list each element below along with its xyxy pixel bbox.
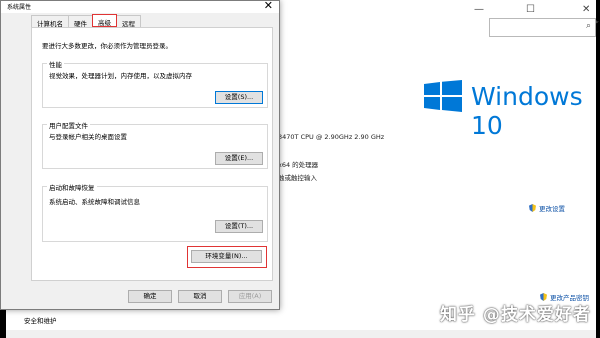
status-bar xyxy=(6,330,596,338)
user-profiles-group: 用户配置文件 与登录帐户相关的桌面设置 设置(E)... xyxy=(42,120,268,169)
maximize-button[interactable]: ☐ xyxy=(526,4,535,15)
close-window-button[interactable]: ✕ xyxy=(582,4,590,15)
windows-logo-icon xyxy=(424,80,462,112)
tab-computer-name[interactable]: 计算机名 xyxy=(31,15,69,28)
startup-recovery-title: 启动和故障恢复 xyxy=(47,182,97,192)
tab-remote[interactable]: 远程 xyxy=(116,15,141,28)
env-button-highlight: 环境变量(N)... xyxy=(187,246,267,268)
startup-recovery-desc: 系统启动、系统故障和调试信息 xyxy=(49,198,140,206)
performance-group: 性能 视觉效果，处理器计划，内存使用，以及虚拟内存 设置(S)... xyxy=(42,59,268,108)
performance-title: 性能 xyxy=(47,59,64,69)
system-properties-dialog: 系统属性 ✕ 计算机名 硬件 高级 远程 要进行大多数更改，你必须作为管理员登录… xyxy=(0,0,280,310)
apply-button[interactable]: 应用(A) xyxy=(228,290,272,303)
change-settings-link[interactable]: 更改设置 xyxy=(529,203,565,213)
startup-recovery-settings-button[interactable]: 设置(T)... xyxy=(215,220,263,233)
tab-advanced[interactable]: 高级 xyxy=(92,14,117,27)
dialog-titlebar[interactable]: 系统属性 ✕ xyxy=(1,0,279,13)
user-profiles-title: 用户配置文件 xyxy=(47,120,90,130)
dialog-title: 系统属性 xyxy=(7,4,32,11)
environment-variables-button[interactable]: 环境变量(N)... xyxy=(191,250,262,263)
pen-info: 触或触控输入 xyxy=(278,174,317,182)
search-icon: ⌕ xyxy=(585,21,591,31)
os-type: x64 的处理器 xyxy=(278,161,319,169)
cpu-info: 3470T CPU @ 2.90GHz 2.90 GHz xyxy=(278,133,385,141)
admin-notice: 要进行大多数更改，你必须作为管理员登录。 xyxy=(42,42,172,50)
security-maintenance-link[interactable]: 安全和维护 xyxy=(24,315,57,325)
tab-hardware[interactable]: 硬件 xyxy=(68,15,93,28)
advanced-panel: 要进行大多数更改，你必须作为管理员登录。 性能 视觉效果，处理器计划，内存使用，… xyxy=(31,27,273,281)
user-profiles-desc: 与登录帐户相关的桌面设置 xyxy=(49,133,127,141)
user-profiles-settings-button[interactable]: 设置(E)... xyxy=(215,152,263,165)
performance-desc: 视觉效果，处理器计划，内存使用，以及虚拟内存 xyxy=(49,72,192,80)
dialog-close-button[interactable]: ✕ xyxy=(264,0,273,12)
shield-icon xyxy=(529,204,536,212)
cancel-button[interactable]: 取消 xyxy=(178,290,222,303)
performance-settings-button[interactable]: 设置(S)... xyxy=(215,91,263,104)
watermark-text: 知乎 @技术爱好者 xyxy=(440,305,591,325)
ok-button[interactable]: 确定 xyxy=(128,290,172,303)
windows-brand: Windows 10 xyxy=(471,82,583,140)
search-input[interactable]: ⌕ xyxy=(489,18,596,37)
minimize-button[interactable]: — xyxy=(474,4,484,15)
startup-recovery-group: 启动和故障恢复 系统启动、系统故障和调试信息 设置(T)... xyxy=(42,182,268,242)
